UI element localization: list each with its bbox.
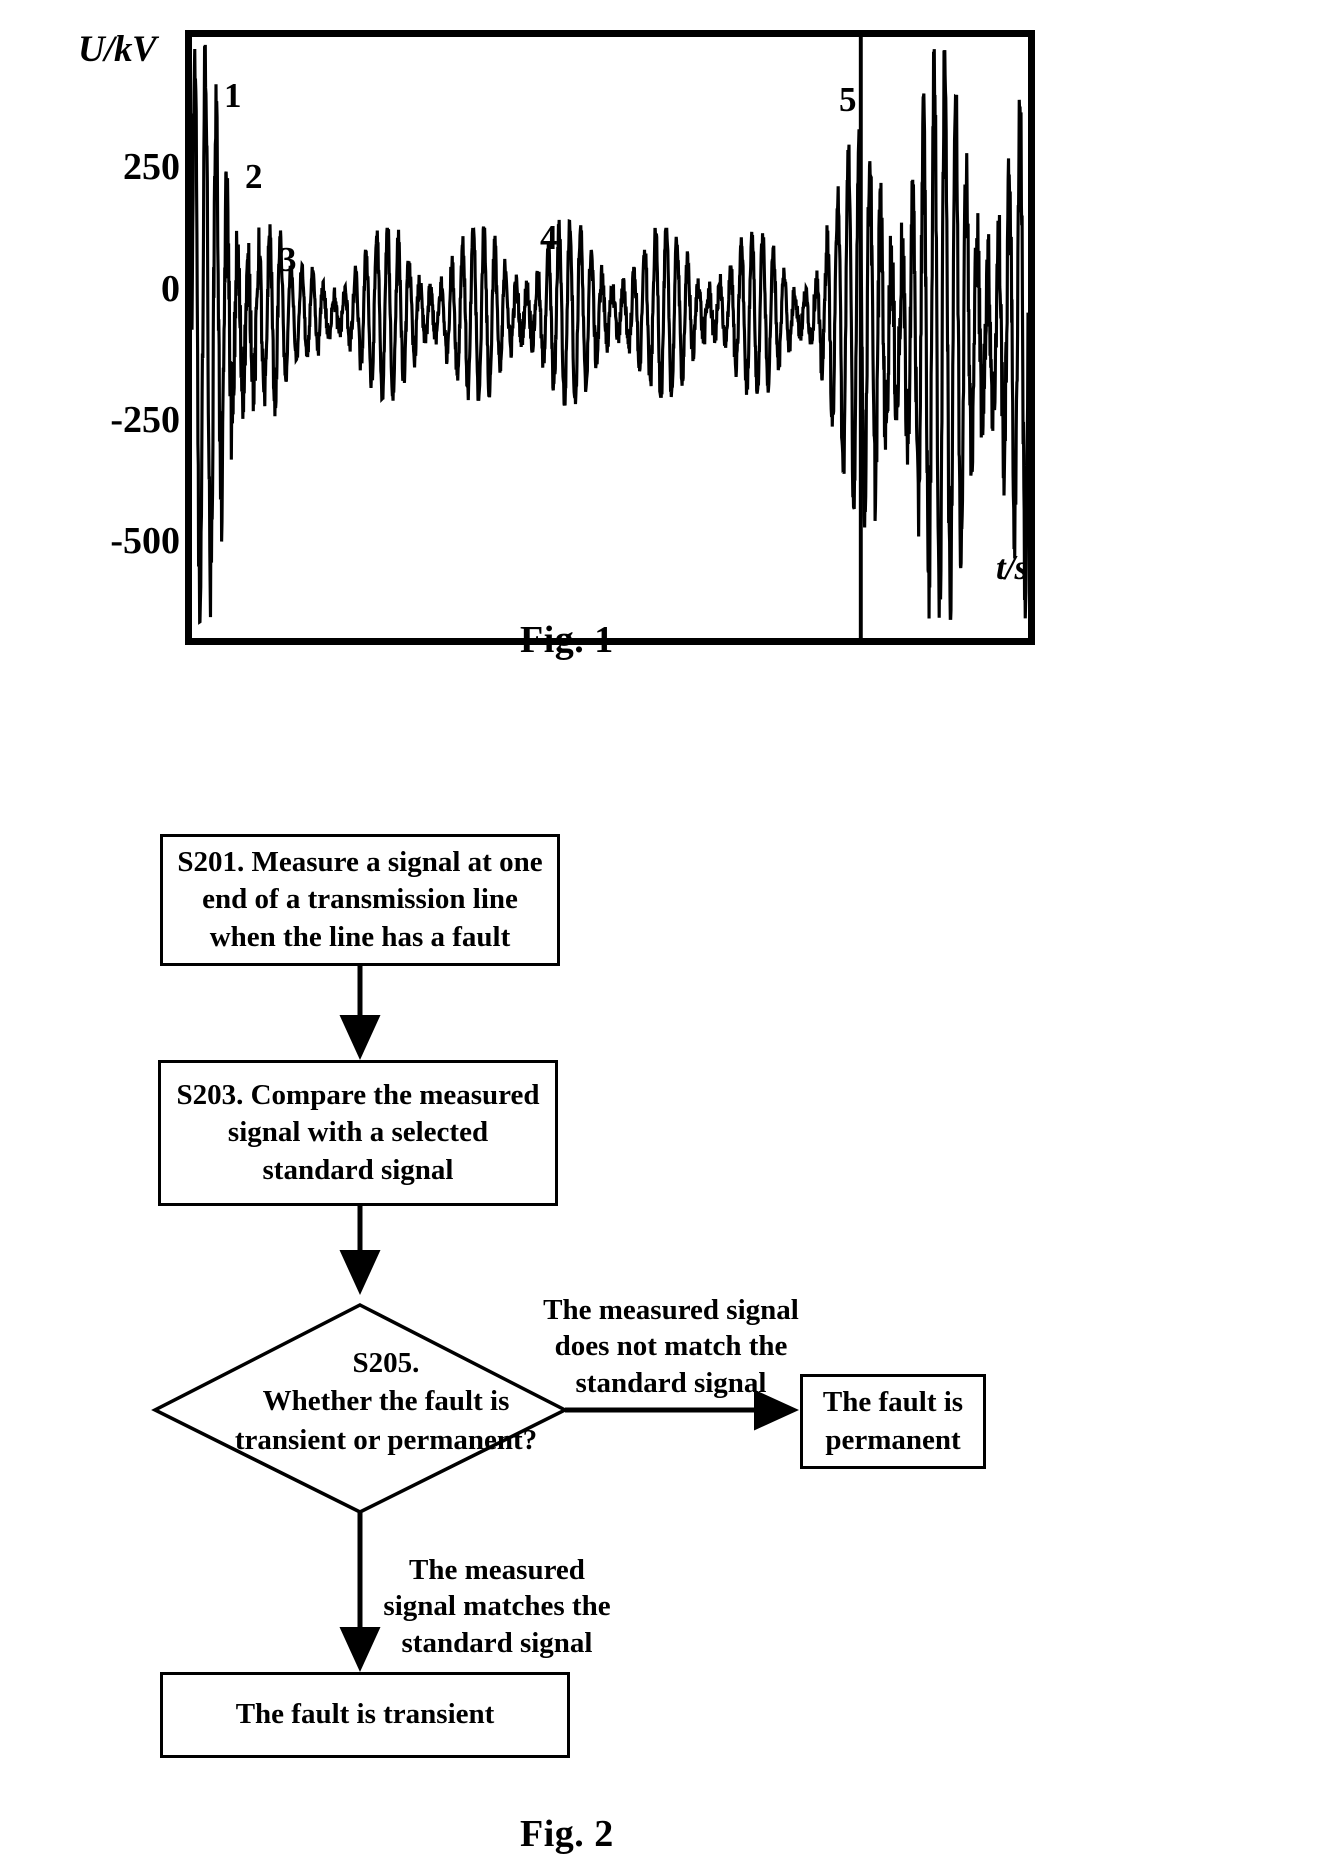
figure-2: S201. Measure a signal at one end of a t…	[0, 0, 1334, 1875]
flow-node-fault-permanent[interactable]: The fault is permanent	[800, 1374, 986, 1469]
edge-label-no-match: The measured signal does not match the s…	[543, 1294, 799, 1399]
flow-node-fault-transient[interactable]: The fault is transient	[160, 1672, 570, 1758]
edge-label-match: The measured signal matches the standard…	[383, 1554, 611, 1659]
figure-2-caption: Fig. 2	[520, 1813, 614, 1855]
flow-node-s203[interactable]: S203. Compare the measured signal with a…	[158, 1060, 558, 1206]
flow-node-s205-label: S205. Whether the fault is transient or …	[234, 1347, 538, 1456]
flow-node-s201[interactable]: S201. Measure a signal at one end of a t…	[160, 834, 560, 966]
